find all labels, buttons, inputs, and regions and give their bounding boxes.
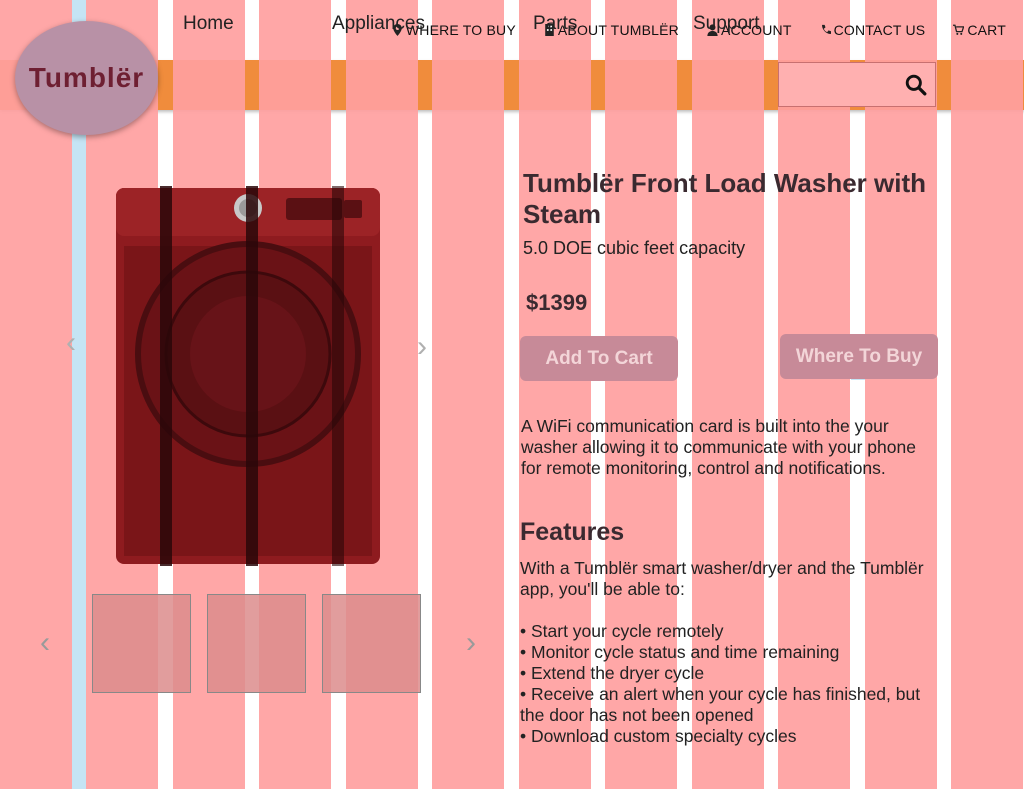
product-title: Tumblër Front Load Washer with Steam (523, 168, 926, 229)
logo-text: Tumblër (28, 62, 145, 93)
cart-label: CART (967, 22, 1006, 38)
features-intro: With a Tumblër smart washer/dryer and th… (520, 558, 924, 599)
thumbnail-3[interactable] (322, 594, 421, 693)
thumbnail-1[interactable] (92, 594, 191, 693)
features-heading: Features (520, 518, 625, 546)
list-item: • Receive an alert when your cycle has f… (520, 684, 921, 725)
product-description: A WiFi communication card is built into … (521, 416, 916, 478)
nav-parts[interactable]: Parts (533, 13, 577, 35)
thumbnail-prev-icon[interactable]: ‹ (40, 626, 50, 660)
features-list: • Start your cycle remotely • Monitor cy… (520, 621, 940, 747)
thumbnail-2[interactable] (207, 594, 306, 693)
list-item: • Start your cycle remotely (520, 621, 724, 641)
carousel-prev-icon[interactable]: ‹ (66, 326, 76, 360)
phone-icon (821, 24, 831, 34)
product-price: $1399 (526, 290, 588, 315)
grid-column (951, 0, 1023, 789)
cart-link[interactable]: CART (953, 22, 1006, 38)
nav-support[interactable]: Support (693, 13, 760, 35)
thumbnail-next-icon[interactable]: › (466, 626, 476, 660)
brand-logo[interactable]: Tumblër (15, 21, 158, 135)
nav-home[interactable]: Home (183, 13, 234, 35)
contact-label: CONTACT US (833, 22, 926, 38)
search-icon[interactable] (905, 74, 927, 96)
list-item: • Monitor cycle status and time remainin… (520, 642, 840, 662)
carousel-next-icon[interactable]: › (417, 330, 427, 364)
contact-link[interactable]: CONTACT US (820, 22, 926, 38)
grid-column (432, 0, 504, 789)
nav-appliances[interactable]: Appliances (332, 13, 425, 35)
list-item: • Extend the dryer cycle (520, 663, 705, 683)
list-item: • Download custom specialty cycles (520, 726, 797, 746)
add-to-cart-button[interactable]: Add To Cart (520, 336, 678, 381)
where-to-buy-button[interactable]: Where To Buy (780, 334, 938, 379)
search-input[interactable] (778, 62, 936, 107)
washer-product-image (116, 186, 380, 566)
product-capacity: 5.0 DOE cubic feet capacity (523, 238, 746, 258)
shopping-cart-icon (953, 24, 965, 35)
